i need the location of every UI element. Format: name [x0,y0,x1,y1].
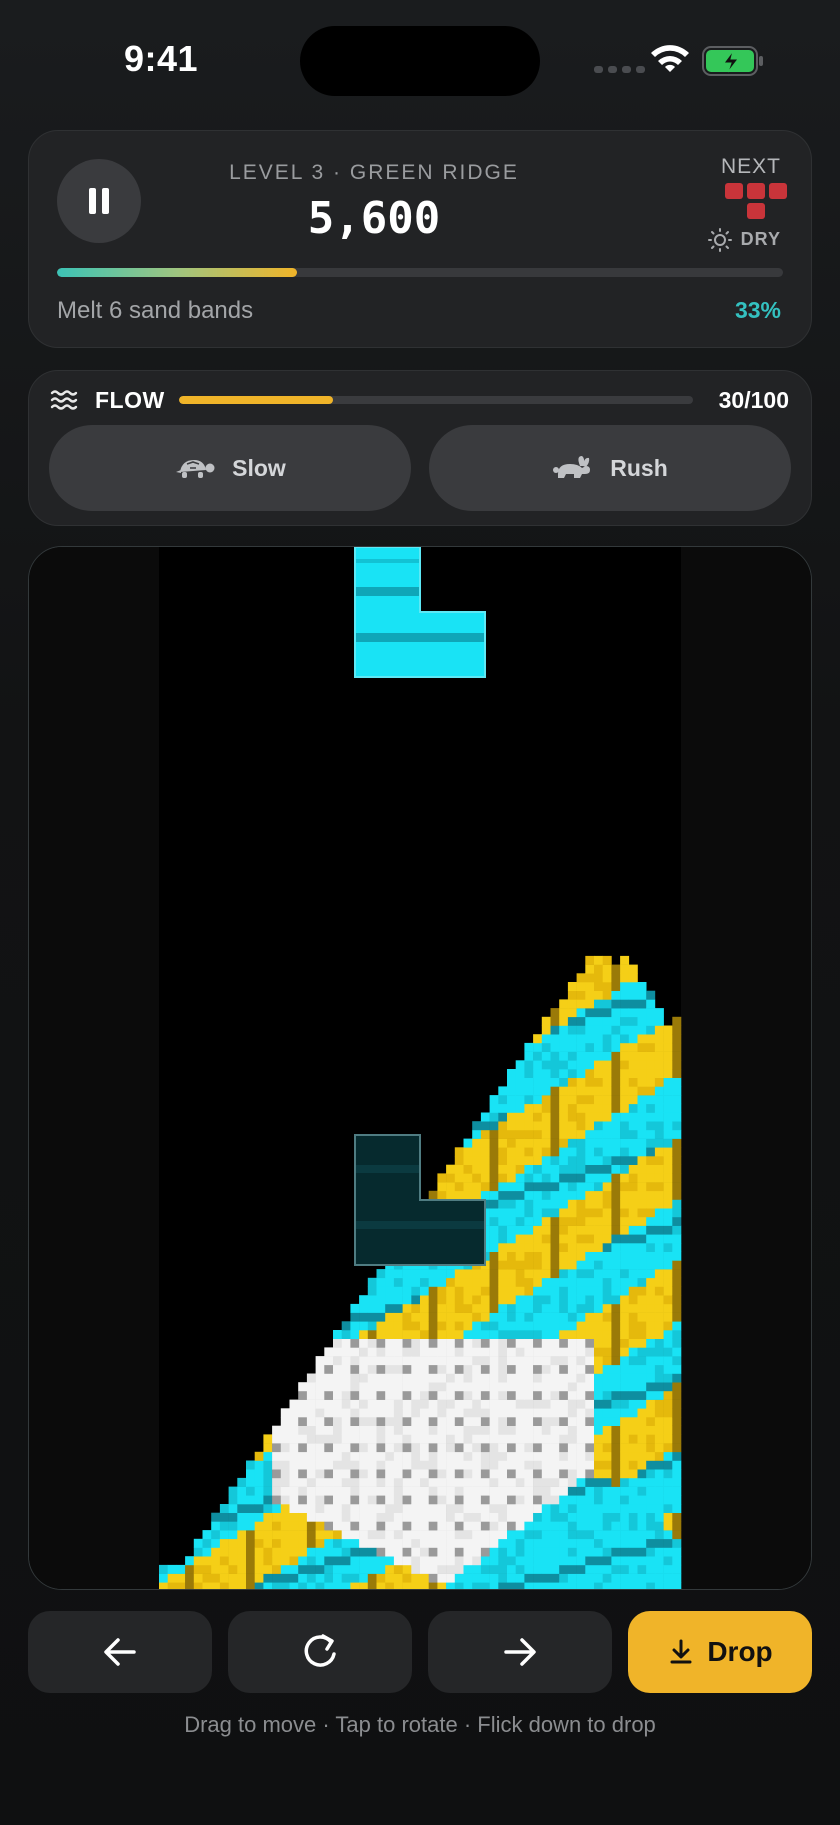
arrow-left-icon [104,1638,136,1666]
slow-button[interactable]: Slow [49,425,411,511]
pause-icon [89,188,96,214]
game-board[interactable] [28,546,812,1590]
rotate-button[interactable] [228,1611,412,1693]
flow-meter-fill [179,396,334,404]
flow-label: FLOW [95,387,165,413]
dynamic-island [300,26,540,96]
rotate-icon [304,1634,336,1667]
download-arrow-icon [670,1639,692,1664]
pause-button[interactable] [57,159,141,243]
slow-label: Slow [232,454,286,481]
gesture-hint: Drag to move · Tap to rotate · Flick dow… [184,1712,656,1737]
sand-field [29,547,811,1589]
goal-text: Melt 6 sand bands [57,297,254,324]
arrow-right-icon [504,1638,536,1666]
rabbit-icon [553,456,591,478]
level-progress-bar [57,268,783,277]
level-progress-fill [57,268,297,277]
sun-icon [708,228,732,252]
score: 5,600 [307,193,441,244]
cellular-signal-icon [594,66,645,73]
waves-icon [50,390,78,410]
drop-button[interactable]: Drop [628,1611,812,1693]
flow-card: FLOW 30/100 Slow Rush [28,370,812,526]
drop-label: Drop [707,1636,773,1667]
level-title: LEVEL 3 · GREEN RIDGE [229,161,519,184]
flow-meter [179,396,693,404]
flow-count: 30/100 [718,387,789,413]
move-right-button[interactable] [428,1611,612,1693]
weather-label: DRY [740,229,781,249]
wifi-icon [651,45,689,72]
rush-button[interactable]: Rush [429,425,791,511]
level-status-card: LEVEL 3 · GREEN RIDGE 5,600 NEXT DRY Mel… [28,130,812,348]
turtle-icon [176,460,215,478]
rush-label: Rush [610,454,668,481]
move-left-button[interactable] [28,1611,212,1693]
goal-percent: 33% [734,297,781,323]
next-piece-preview [725,183,791,225]
status-time: 9:41 [124,38,199,79]
battery-charging-icon [702,46,763,76]
game-screen: 9:41 LEVEL 3 · GREEN RIDGE 5,600 NEXT DR… [0,0,840,1825]
next-label: NEXT [720,155,781,178]
